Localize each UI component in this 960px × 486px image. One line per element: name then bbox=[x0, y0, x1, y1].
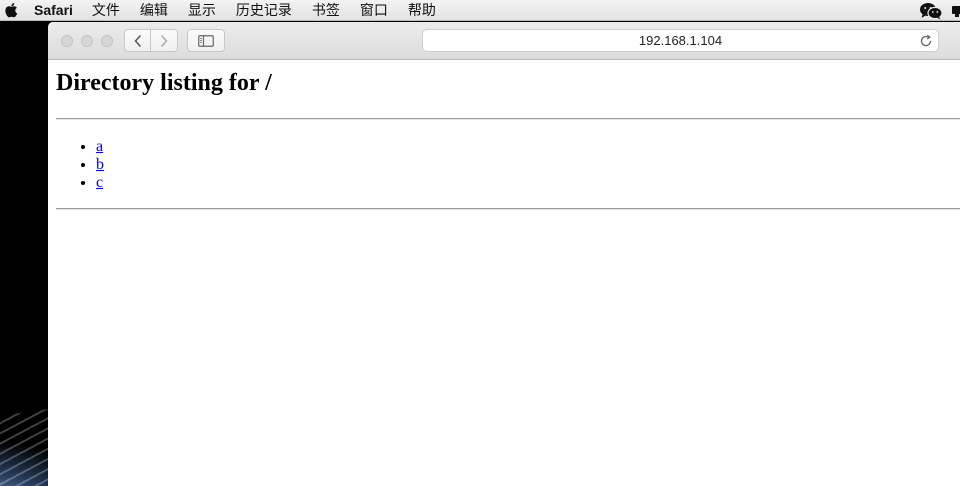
menu-view[interactable]: 显示 bbox=[188, 0, 216, 20]
bottom-divider bbox=[56, 208, 960, 210]
chevron-right-icon bbox=[160, 34, 168, 47]
close-window-button[interactable] bbox=[61, 35, 73, 47]
menu-help[interactable]: 帮助 bbox=[408, 0, 436, 20]
chevron-left-icon bbox=[133, 34, 141, 47]
status-area bbox=[919, 0, 960, 21]
entry-link-a[interactable]: a bbox=[96, 138, 103, 155]
desktop-wallpaper bbox=[0, 22, 48, 486]
back-button[interactable] bbox=[124, 29, 151, 52]
menu-app-name[interactable]: Safari bbox=[34, 2, 73, 18]
sidebar-icon bbox=[198, 34, 214, 47]
menu-edit[interactable]: 编辑 bbox=[140, 0, 168, 20]
navigation-buttons bbox=[124, 29, 178, 52]
apple-icon[interactable] bbox=[4, 2, 18, 18]
page-content: Directory listing for / a b c bbox=[48, 69, 960, 210]
address-bar[interactable]: 192.168.1.104 bbox=[422, 29, 939, 52]
entry-link-c[interactable]: c bbox=[96, 174, 103, 191]
menu-bar: Safari 文件 编辑 显示 历史记录 书签 窗口 帮助 bbox=[0, 0, 960, 21]
menu-history[interactable]: 历史记录 bbox=[236, 0, 292, 20]
top-divider bbox=[56, 118, 960, 120]
list-item: a bbox=[96, 138, 960, 156]
entry-link-b[interactable]: b bbox=[96, 156, 104, 173]
minimize-window-button[interactable] bbox=[81, 35, 93, 47]
wechat-icon[interactable] bbox=[919, 2, 943, 20]
browser-toolbar: 192.168.1.104 bbox=[48, 22, 960, 60]
page-title: Directory listing for / bbox=[56, 70, 272, 96]
menu-window[interactable]: 窗口 bbox=[360, 0, 388, 20]
menu-bookmarks[interactable]: 书签 bbox=[312, 0, 340, 20]
directory-listing: a b c bbox=[56, 138, 960, 192]
safari-window: 192.168.1.104 Directory listing for / a … bbox=[48, 22, 960, 486]
menu-file[interactable]: 文件 bbox=[92, 0, 120, 20]
zoom-window-button[interactable] bbox=[101, 35, 113, 47]
forward-button[interactable] bbox=[151, 29, 178, 52]
list-item: c bbox=[96, 174, 960, 192]
list-item: b bbox=[96, 156, 960, 174]
reload-icon[interactable] bbox=[918, 33, 934, 49]
sidebar-toggle-button[interactable] bbox=[187, 29, 225, 52]
address-text: 192.168.1.104 bbox=[638, 33, 723, 48]
status-icon[interactable] bbox=[951, 3, 960, 19]
